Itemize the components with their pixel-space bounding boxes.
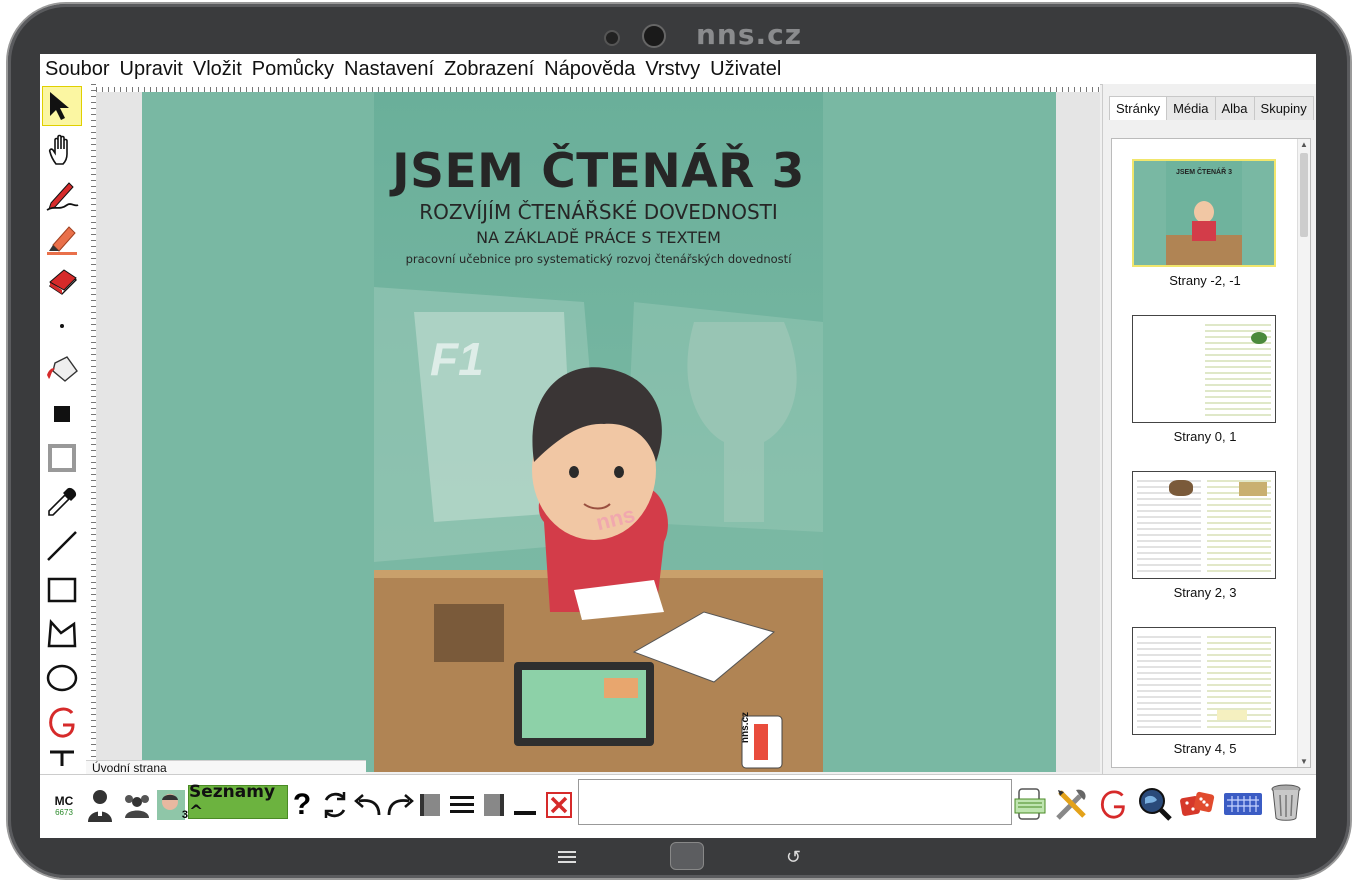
menu-napoveda[interactable]: Nápověda [539,58,640,81]
side-tabs: Stránky Média Alba Skupiny [1109,96,1314,120]
page-thumbnail[interactable] [1132,315,1276,423]
tool-palette [40,84,85,774]
close-icon[interactable] [544,785,574,825]
mc-label: MC [54,793,74,808]
tablet-home-button[interactable] [670,842,704,870]
seznamy-button[interactable]: Seznamy ^ [188,782,288,822]
cover-subtitle-3: pracovní učebnice pro systematický rozvo… [405,252,792,266]
menu-nastaveni[interactable]: Nastavení [339,58,439,81]
dot-icon[interactable] [42,306,82,346]
trash-icon[interactable] [1269,782,1303,822]
menu-upravit[interactable]: Upravit [115,58,188,81]
geogebra-icon[interactable] [42,702,82,742]
page-thumbnail[interactable] [1132,627,1276,735]
geogebra-app-icon[interactable] [1097,784,1129,824]
side-panel: Stránky Média Alba Skupiny JSEM ČTENÁŘ 3… [1102,84,1316,774]
eraser-icon[interactable] [42,262,82,302]
minimize-icon[interactable] [512,785,538,825]
device-brand: nns.cz [696,18,803,51]
class-icon[interactable]: 3 [156,785,188,825]
refresh-icon[interactable] [318,785,352,825]
menu-vrstvy[interactable]: Vrstvy [640,58,705,81]
menu-vlozit[interactable]: Vložit [188,58,247,81]
camera-lens-icon [642,24,666,48]
menu-zobrazeni[interactable]: Zobrazení [439,58,539,81]
menu-pomucky[interactable]: Pomůcky [247,58,339,81]
redo-icon[interactable] [384,785,416,825]
book-cover: JSEM ČTENÁŘ 3 ROZVÍJÍM ČTENÁŘSKÉ DOVEDNO… [374,92,823,772]
mc-number: 6673 [55,807,73,817]
hand-icon[interactable] [42,130,82,170]
pen-icon[interactable] [42,174,82,214]
cover-title: JSEM ČTENÁŘ 3 [392,144,805,199]
undo-icon[interactable] [352,785,384,825]
virtual-keyboard-icon[interactable] [1013,784,1049,824]
book-logo: nns.cz [740,711,752,744]
bottom-toolbar: MC 6673 3 Seznamy ^ ? [40,774,1316,838]
border-square-icon[interactable] [42,438,82,478]
app-screen: Soubor Upravit Vložit Pomůcky Nastavení … [40,54,1316,838]
document-canvas[interactable]: JSEM ČTENÁŘ 3 ROZVÍJÍM ČTENÁŘSKÉ DOVEDNO… [96,92,1100,772]
page-label-2: Strany 0, 1 [1173,429,1237,444]
help-button[interactable]: ? [290,785,314,825]
cover-subtitle-2: NA ZÁKLADĚ PRÁCE S TEXTEM [476,228,721,247]
scroll-up-icon[interactable]: ▲ [1300,140,1308,149]
text-icon[interactable] [42,746,82,774]
highlighter-icon[interactable] [42,218,82,258]
dice-icon[interactable] [1179,784,1217,824]
page-thumbnail[interactable]: JSEM ČTENÁŘ 3 [1132,159,1276,267]
pointer-icon[interactable] [42,86,82,126]
line-icon[interactable] [42,526,82,566]
rectangle-icon[interactable] [42,570,82,610]
mc-badge[interactable]: MC 6673 [48,785,80,825]
keyboard-icon[interactable] [1223,784,1263,824]
thumb-title: JSEM ČTENÁŘ 3 [1175,169,1232,176]
filled-square-icon[interactable] [42,394,82,434]
ellipse-icon[interactable] [42,658,82,698]
tablet-menu-icon[interactable] [558,850,576,863]
tablet-back-icon[interactable]: ↺ [786,847,801,868]
page-label-4: Strany 4, 5 [1173,741,1237,756]
fill-bucket-icon[interactable] [42,350,82,390]
group-icon[interactable] [120,785,154,825]
globe-search-icon[interactable] [1137,784,1173,824]
panel-left-icon[interactable] [418,785,442,825]
text-input-area[interactable] [578,779,1301,825]
page-label-1: Strany -2, -1 [1169,273,1241,288]
page-label: Úvodní strana [86,760,366,775]
menu-bar: Soubor Upravit Vložit Pomůcky Nastavení … [40,54,1316,85]
menu-uzivatel[interactable]: Uživatel [705,58,786,81]
tab-alba[interactable]: Alba [1214,96,1255,120]
scroll-down-icon[interactable]: ▼ [1300,757,1308,766]
user-icon[interactable] [84,785,116,825]
menu-soubor[interactable]: Soubor [40,58,115,81]
tab-stranky[interactable]: Stránky [1109,96,1168,120]
page-spread: JSEM ČTENÁŘ 3 ROZVÍJÍM ČTENÁŘSKÉ DOVEDNO… [142,92,1056,772]
thumbnail-scrollbar[interactable]: ▲ ▼ [1297,139,1310,767]
cover-subtitle-1: ROZVÍJÍM ČTENÁŘSKÉ DOVEDNOSTI [419,200,778,224]
page-thumbnail-list[interactable]: JSEM ČTENÁŘ 3 Strany -2, -1 Strany 0, 1 … [1111,138,1311,768]
page-label-3: Strany 2, 3 [1173,585,1237,600]
tab-media[interactable]: Média [1166,96,1216,120]
scroll-thumb[interactable] [1300,153,1308,237]
polygon-icon[interactable] [42,614,82,654]
panel-right-icon[interactable] [482,785,506,825]
page-thumbnail[interactable] [1132,471,1276,579]
camera-sensor-icon [604,30,620,46]
menu-lines-icon[interactable] [448,785,476,825]
eyedropper-icon[interactable] [42,482,82,522]
tools-icon[interactable] [1053,784,1091,824]
poster-text: F1 [430,333,484,385]
tab-skupiny[interactable]: Skupiny [1253,96,1314,120]
